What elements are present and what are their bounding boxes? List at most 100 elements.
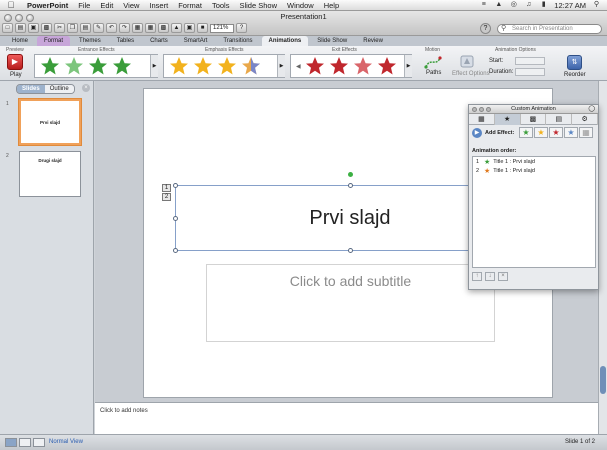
resize-handle-n[interactable] <box>348 183 353 188</box>
menu-edit[interactable]: Edit <box>95 1 118 10</box>
slide-show-icon[interactable] <box>33 438 45 447</box>
slide-sorter-icon[interactable] <box>19 438 31 447</box>
notes-placeholder[interactable]: Click to add notes <box>100 408 148 414</box>
slide-title-text[interactable]: Prvi slajd <box>309 207 390 230</box>
subtitle-placeholder-text[interactable]: Click to add subtitle <box>290 273 411 289</box>
reference-tools-icon[interactable]: ▤ <box>546 114 573 125</box>
subtitle-placeholder[interactable]: Click to add subtitle <box>206 264 495 342</box>
slide-thumbnail-1[interactable]: Prvi slajd <box>19 99 81 145</box>
script-icon[interactable]: ≡ <box>479 1 488 9</box>
tab-charts[interactable]: Charts <box>143 36 175 46</box>
reorder-icon[interactable]: ⇅ <box>567 55 582 70</box>
slide-thumbnail-2[interactable]: Drugi slajd <box>19 151 81 197</box>
save-icon[interactable]: ▣ <box>28 23 39 33</box>
add-media-action-icon[interactable]: ▦ <box>579 127 593 138</box>
paste-icon[interactable]: ▤ <box>80 23 91 33</box>
exit-prev-arrow[interactable]: ◀ <box>296 63 301 70</box>
tab-slide-show[interactable]: Slide Show <box>310 36 354 46</box>
add-exit-effect-icon[interactable]: ★ <box>549 127 563 138</box>
battery-icon[interactable]: ▮ <box>539 1 548 9</box>
zoom-field[interactable]: 121% <box>210 23 234 33</box>
scrollbar-thumb[interactable] <box>600 366 606 394</box>
shape-icon[interactable]: ▲ <box>171 23 182 33</box>
tab-animations[interactable]: Animations <box>261 36 309 46</box>
print-icon[interactable]: ▩ <box>41 23 52 33</box>
notes-pane[interactable]: Click to add notes <box>95 402 598 434</box>
exit-effect-3-icon[interactable] <box>353 56 373 76</box>
entrance-effect-2-icon[interactable] <box>64 56 84 76</box>
normal-view-icon[interactable] <box>5 438 17 447</box>
emphasis-effects-gallery[interactable]: ▶ <box>163 54 285 78</box>
tab-tables[interactable]: Tables <box>110 36 141 46</box>
rotate-handle[interactable] <box>348 172 353 177</box>
close-pane-icon[interactable]: × <box>82 84 90 92</box>
toolbox-settings-icon[interactable]: ⚙ <box>572 114 598 125</box>
entrance-effect-1-icon[interactable] <box>40 56 60 76</box>
copy-icon[interactable]: ❐ <box>67 23 78 33</box>
vertical-scrollbar[interactable] <box>598 81 607 434</box>
panel-zoom-button[interactable] <box>486 107 491 112</box>
play-animation-icon[interactable]: ▶ <box>472 128 482 138</box>
animation-order-list[interactable]: 1 ★ Title 1 : Prvi slajd 2 ★ Title 1 : P… <box>472 156 596 268</box>
menu-window[interactable]: Window <box>282 1 319 10</box>
help-button[interactable]: ? <box>480 23 491 34</box>
new-slide-icon[interactable]: ▦ <box>132 23 143 33</box>
tab-review[interactable]: Review <box>356 36 390 46</box>
exit-effect-1-icon[interactable] <box>305 56 325 76</box>
panel-collapse-icon[interactable]: ◯ <box>588 105 595 114</box>
tab-outline[interactable]: Outline <box>44 85 74 93</box>
wifi-icon[interactable]: ◎ <box>509 1 518 9</box>
play-button[interactable]: ▶ <box>7 54 23 70</box>
animation-tag-1[interactable]: 1 <box>162 184 171 192</box>
help-icon[interactable]: ? <box>236 23 247 33</box>
emphasis-more-arrow[interactable]: ▶ <box>277 55 285 77</box>
tab-home[interactable]: Home <box>5 36 35 46</box>
add-motion-path-icon[interactable]: ★ <box>564 127 578 138</box>
panel-close-button[interactable] <box>472 107 477 112</box>
new-icon[interactable]: □ <box>2 23 13 33</box>
move-up-icon[interactable]: ↑ <box>472 272 482 281</box>
volume-icon[interactable]: ♫ <box>524 1 533 9</box>
resize-handle-sw[interactable] <box>173 248 178 253</box>
open-icon[interactable]: ▤ <box>15 23 26 33</box>
move-down-icon[interactable]: ↓ <box>485 272 495 281</box>
emphasis-effect-1-icon[interactable] <box>169 56 189 76</box>
toolbox-icon[interactable]: ■ <box>197 23 208 33</box>
menu-app-name[interactable]: PowerPoint <box>22 1 73 10</box>
table-icon[interactable]: ▦ <box>145 23 156 33</box>
entrance-effect-4-icon[interactable] <box>112 56 132 76</box>
resize-handle-nw[interactable] <box>173 183 178 188</box>
resize-handle-s[interactable] <box>348 248 353 253</box>
duration-field[interactable] <box>515 68 545 76</box>
bluetooth-icon[interactable]: ▲ <box>494 1 503 9</box>
entrance-effects-gallery[interactable]: ▶ <box>34 54 158 78</box>
formatting-palette-icon[interactable]: ▦ <box>469 114 495 125</box>
exit-effect-2-icon[interactable] <box>329 56 349 76</box>
menu-slide-show[interactable]: Slide Show <box>234 1 282 10</box>
menu-format[interactable]: Format <box>173 1 207 10</box>
emphasis-effect-3-icon[interactable] <box>217 56 237 76</box>
add-emphasis-effect-icon[interactable]: ★ <box>534 127 548 138</box>
menu-file[interactable]: File <box>73 1 95 10</box>
menu-help[interactable]: Help <box>319 1 344 10</box>
cut-icon[interactable]: ✂ <box>54 23 65 33</box>
menu-clock[interactable]: 12:27 AM <box>554 1 586 10</box>
picture-icon[interactable]: ▩ <box>158 23 169 33</box>
menu-view[interactable]: View <box>118 1 144 10</box>
apple-menu-icon[interactable]:  <box>0 0 22 10</box>
gallery-icon[interactable]: ▣ <box>184 23 195 33</box>
effect-options-label[interactable]: Effect Options <box>452 71 490 77</box>
exit-effect-4-icon[interactable] <box>377 56 397 76</box>
animation-order-item[interactable]: 1 ★ Title 1 : Prvi slajd <box>473 157 595 166</box>
motion-paths-icon[interactable] <box>424 55 442 69</box>
emphasis-effect-2-icon[interactable] <box>193 56 213 76</box>
paths-label[interactable]: Paths <box>426 70 441 76</box>
tab-smartart[interactable]: SmartArt <box>177 36 215 46</box>
tab-themes[interactable]: Themes <box>72 36 108 46</box>
format-painter-icon[interactable]: ✎ <box>93 23 104 33</box>
animation-tag-2[interactable]: 2 <box>162 193 171 201</box>
redo-icon[interactable]: ↷ <box>119 23 130 33</box>
tab-slides[interactable]: Slides <box>17 85 45 93</box>
tab-transitions[interactable]: Transitions <box>216 36 259 46</box>
animation-order-item[interactable]: 2 ★ Title 1 : Prvi slajd <box>473 166 595 175</box>
